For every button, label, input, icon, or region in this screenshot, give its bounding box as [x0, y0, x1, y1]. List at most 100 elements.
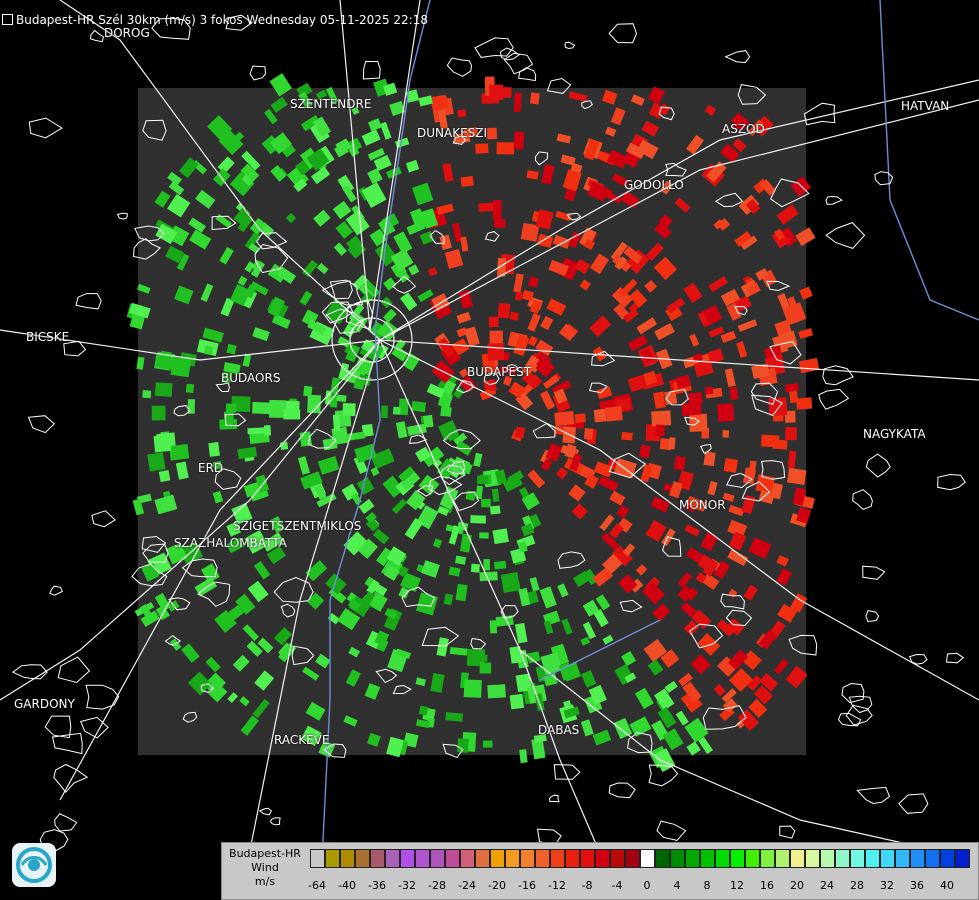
wind-echo-cell [154, 382, 173, 397]
wind-echo-cell [470, 563, 480, 573]
legend-tick: 40 [940, 879, 954, 892]
city-label: MONOR [679, 498, 726, 512]
wind-echo-cell [252, 401, 272, 415]
city-label: GODOLLO [624, 178, 684, 192]
wind-echo-cell [651, 410, 672, 427]
legend-swatch [325, 849, 340, 868]
legend-swatch [940, 849, 955, 868]
wind-echo-cell [605, 406, 623, 422]
legend-swatch [460, 849, 475, 868]
wind-echo-cell [529, 92, 540, 105]
wind-echo-cell [411, 400, 427, 413]
legend-swatch [475, 849, 490, 868]
wind-echo-cell [509, 311, 520, 321]
wind-echo-cell [423, 414, 434, 428]
legend-swatch [745, 849, 760, 868]
city-label: RACKEVE [274, 733, 330, 747]
city-label: HATVAN [901, 99, 950, 113]
legend-swatch [850, 849, 865, 868]
city-label: DABAS [538, 723, 580, 737]
wind-echo-cell [704, 386, 714, 395]
wind-echo-cell [583, 428, 594, 440]
legend-tick: -8 [581, 879, 593, 892]
legend-swatch [760, 849, 775, 868]
legend-swatch [445, 849, 460, 868]
legend-swatch [430, 849, 445, 868]
legend-tick: -12 [548, 879, 566, 892]
wind-echo-cell [185, 383, 195, 393]
legend-swatch [700, 849, 715, 868]
legend-swatch [880, 849, 895, 868]
legend-swatch [790, 849, 805, 868]
wind-echo-cell [219, 419, 238, 430]
legend-tick: -20 [488, 879, 506, 892]
legend-tick: 0 [643, 879, 651, 892]
wind-echo-cell [717, 403, 735, 422]
wind-echo-cell [500, 572, 521, 593]
wind-echo-cell [269, 400, 286, 418]
wind-echo-cell [247, 427, 268, 435]
wind-echo-cell [703, 451, 716, 467]
legend-swatch [640, 849, 655, 868]
city-label: NAGYKATA [863, 427, 926, 441]
legend-swatch [925, 849, 940, 868]
wind-echo-cell [457, 109, 467, 118]
legend-swatch [580, 849, 595, 868]
wind-echo-cell [460, 175, 474, 187]
legend-swatch [805, 849, 820, 868]
wind-echo-cell [392, 406, 401, 415]
wind-echo-cell [492, 528, 509, 545]
legend-swatch [385, 849, 400, 868]
city-label: ASZOD [722, 122, 765, 136]
legend-swatch [775, 849, 790, 868]
legend-swatch [340, 849, 355, 868]
wind-echo-cell [785, 427, 797, 441]
wind-echo-cell [493, 560, 507, 570]
legend-swatch [415, 849, 430, 868]
wind-echo-cell [593, 408, 607, 423]
legend-tick: -24 [458, 879, 476, 892]
wind-echo-cell [773, 415, 784, 422]
wind-echo-cell [509, 693, 525, 710]
wind-echo-cell [655, 424, 665, 437]
wind-echo-cell [492, 200, 502, 219]
wind-echo-cell [796, 397, 813, 410]
wind-echo-cell [169, 444, 190, 461]
wind-echo-cell [488, 316, 499, 328]
legend-swatch [550, 849, 565, 868]
wind-echo-cell [493, 218, 506, 228]
wind-echo-cell [689, 413, 708, 432]
wind-echo-cell [457, 738, 469, 753]
legend-tick: 4 [673, 879, 681, 892]
wind-echo-cell [489, 330, 503, 345]
legend-swatch [910, 849, 925, 868]
wind-echo-cell [487, 343, 505, 361]
legend-swatch [595, 849, 610, 868]
legend-swatch [535, 849, 550, 868]
legend-swatch [655, 849, 670, 868]
legend-swatch [355, 849, 370, 868]
wind-echo-cell [440, 406, 452, 417]
wind-echo-cell [772, 439, 788, 450]
city-label: BUDAORS [221, 371, 281, 385]
wind-echo-cell [159, 350, 172, 365]
wind-echo-cell [519, 749, 528, 764]
wind-echo-cell [722, 430, 729, 438]
wind-echo-cell [489, 505, 501, 515]
city-label: SZAZHALOMBATTA [174, 536, 287, 550]
wind-echo-cell [487, 684, 506, 699]
wind-echo-cell [142, 390, 152, 399]
wind-echo-cell [381, 405, 388, 419]
city-label: SZENTENDRE [290, 97, 372, 111]
wind-echo-cell [208, 442, 220, 457]
wind-echo-cell [463, 679, 482, 698]
legend-swatch [370, 849, 385, 868]
wind-echo-cell [151, 405, 166, 421]
wind-echo-cell [225, 403, 237, 413]
wind-echo-cell [681, 401, 702, 417]
wind-echo-cell [280, 441, 289, 451]
wind-echo-cell [483, 379, 497, 392]
legend-swatch [565, 849, 580, 868]
radar-map [0, 0, 979, 900]
map-title: Budapest-HR Szél 30km (m/s) 3 fokos Wedn… [2, 13, 428, 27]
